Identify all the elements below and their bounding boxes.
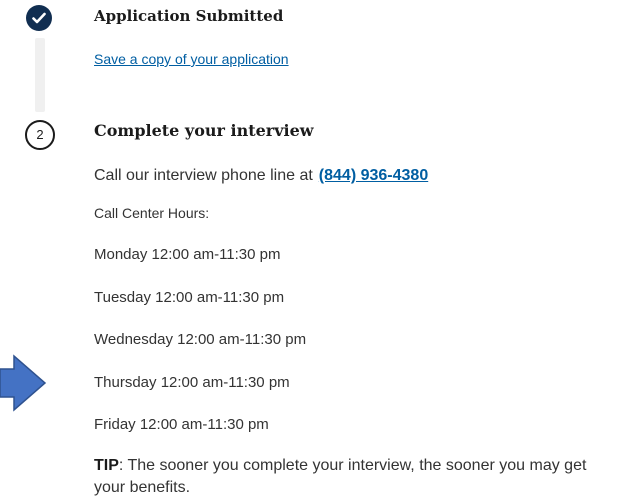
- call-instruction: Call our interview phone line at (844) 93…: [94, 167, 428, 185]
- tip-label: TIP: [94, 457, 119, 474]
- step-title-application-submitted: Application Submitted: [94, 7, 284, 25]
- tip-text: : The sooner you complete your interview…: [94, 457, 587, 496]
- step-connector: [35, 38, 45, 112]
- step-complete-icon: [26, 5, 52, 31]
- hours-row-wednesday: Wednesday 12:00 am-11:30 pm: [94, 331, 307, 348]
- hours-row-friday: Friday 12:00 am-11:30 pm: [94, 416, 269, 433]
- save-application-link[interactable]: Save a copy of your application: [94, 51, 289, 67]
- hours-row-thursday: Thursday 12:00 am-11:30 pm: [94, 374, 290, 391]
- check-icon: [32, 12, 46, 24]
- call-center-hours-heading: Call Center Hours:: [94, 205, 210, 221]
- hours-row-monday: Monday 12:00 am-11:30 pm: [94, 246, 281, 263]
- step-title-complete-interview: Complete your interview: [94, 121, 314, 140]
- call-instruction-text: Call our interview phone line at: [94, 167, 313, 184]
- tip-message: TIP: The sooner you complete your interv…: [94, 455, 614, 499]
- interview-phone-link[interactable]: (844) 936-4380: [319, 167, 428, 184]
- step-number-badge: 2: [25, 120, 55, 150]
- arrow-right-icon: [0, 354, 47, 412]
- hours-row-tuesday: Tuesday 12:00 am-11:30 pm: [94, 289, 285, 306]
